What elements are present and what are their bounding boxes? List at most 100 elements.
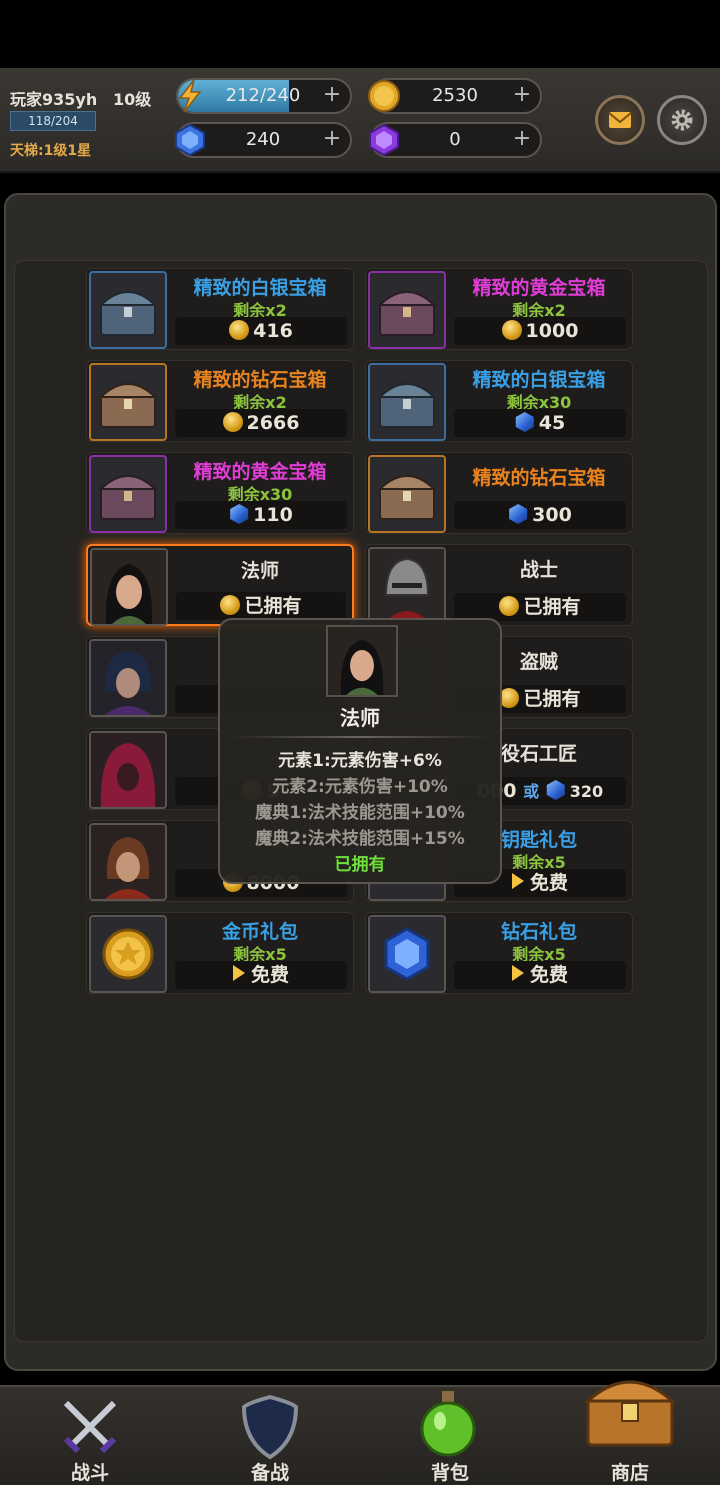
gold-coin-icon <box>368 80 400 112</box>
shop-item-mage[interactable]: 法师 已拥有 <box>86 544 354 626</box>
settings-button[interactable] <box>657 95 707 145</box>
item-title: 精致的白银宝箱 <box>193 277 327 299</box>
warrior-portrait-icon <box>370 549 444 623</box>
hero-portrait <box>89 639 167 717</box>
free-button[interactable]: 免费 <box>175 961 347 989</box>
free-label: 免费 <box>529 872 568 894</box>
silver-chest-icon <box>98 291 158 336</box>
blue-gem-icon <box>175 123 205 157</box>
item-title: 钻石礼包 <box>500 921 577 943</box>
nav-shop-label: 商店 <box>610 1462 649 1484</box>
gold-value: 2530 <box>432 85 478 106</box>
envelope-icon <box>608 112 632 128</box>
free-label: 免费 <box>529 964 568 986</box>
nav-bag[interactable]: 背包 <box>360 1387 540 1485</box>
shop-item-diamond-chest-gem[interactable]: 精致的钻石宝箱 300 <box>365 452 633 534</box>
gear-icon <box>671 109 693 131</box>
status-bar <box>0 0 720 68</box>
crystal-add-button[interactable]: + <box>508 126 536 154</box>
nav-battle[interactable]: 战斗 <box>0 1387 180 1485</box>
chest-image <box>368 271 446 349</box>
shop-item-gem-pack[interactable]: 钻石礼包 剩余x5 免费 <box>365 912 633 994</box>
treasure-chest-icon <box>584 1380 676 1447</box>
mail-button[interactable] <box>595 95 645 145</box>
item-title: 精致的白银宝箱 <box>472 369 606 391</box>
price-value: 110 <box>253 504 293 526</box>
item-title: 金币礼包 <box>221 921 298 943</box>
gold-chest-icon <box>98 475 158 520</box>
hooded-hero-portrait-icon <box>91 733 165 807</box>
play-ad-icon <box>511 873 524 889</box>
price-button[interactable]: 1000 <box>454 317 626 345</box>
hero-portrait-icon <box>91 825 165 899</box>
owned-status: 已拥有 <box>454 593 626 621</box>
tooltip-line: 魔典1:法术技能范围+10% <box>255 803 465 823</box>
gem-add-button[interactable]: + <box>318 126 346 154</box>
nav-bag-label: 背包 <box>430 1462 469 1484</box>
potion-icon <box>420 1391 476 1457</box>
gem-icon <box>546 780 565 800</box>
chest-image <box>89 363 167 441</box>
item-title: 精致的钻石宝箱 <box>472 467 606 489</box>
crystal-value: 0 <box>449 129 461 150</box>
energy-value: 212/240 <box>225 85 301 106</box>
item-title: 精致的黄金宝箱 <box>193 461 327 483</box>
player-name: 玩家935yh <box>10 90 98 109</box>
nav-shop[interactable]: 商店 <box>540 1380 720 1485</box>
mage-portrait-icon <box>328 627 396 695</box>
shop-item-gold-chest-gem[interactable]: 精致的黄金宝箱 剩余x30 110 <box>86 452 354 534</box>
chest-image <box>89 455 167 533</box>
item-title: 战士 <box>519 559 558 581</box>
price-value: 300 <box>532 504 572 526</box>
chest-image <box>89 271 167 349</box>
gold-coin-icon <box>102 928 154 980</box>
energy-resource: 212/240 + <box>176 78 352 114</box>
owned-label: 已拥有 <box>244 595 302 617</box>
tooltip-line: 元素2:元素伤害+10% <box>272 777 448 797</box>
nav-prepare[interactable]: 备战 <box>180 1387 360 1485</box>
owned-status: 已拥有 <box>176 592 346 620</box>
tooltip-hero-name: 法师 <box>340 706 380 730</box>
hero-portrait <box>368 547 446 625</box>
price-button[interactable]: 300 <box>454 501 626 529</box>
free-label: 免费 <box>250 964 289 986</box>
gem-icon <box>230 504 249 524</box>
free-button[interactable]: 免费 <box>454 961 626 989</box>
owned-label: 已拥有 <box>523 596 581 618</box>
pack-image <box>368 915 446 993</box>
bottom-nav: 战斗 备战 背包 商店 <box>0 1380 720 1485</box>
price-button[interactable]: 416 <box>175 317 347 345</box>
crossed-swords-icon <box>63 1400 117 1454</box>
price-button[interactable]: 45 <box>454 409 626 437</box>
coin-icon <box>499 688 520 708</box>
shop-item-warrior[interactable]: 战士 已拥有 <box>365 544 633 626</box>
player-level: 10级 <box>113 90 152 109</box>
coin-icon <box>229 320 250 340</box>
crystal-resource: 0 + <box>369 122 542 158</box>
ladder-rank[interactable]: 天梯:1级1星 <box>10 140 91 160</box>
hero-portrait-icon <box>91 641 165 715</box>
shop-item-coin-pack[interactable]: 金币礼包 剩余x5 免费 <box>86 912 354 994</box>
top-bar: 玩家935yh 10级 118/204 天梯:1级1星 212/240 + 25… <box>0 68 720 173</box>
mage-portrait-icon <box>92 550 166 624</box>
gold-resource: 2530 + <box>368 78 542 114</box>
chest-image <box>368 363 446 441</box>
price-value: 2666 <box>246 412 300 434</box>
energy-add-button[interactable]: + <box>318 82 346 110</box>
item-title: 精致的钻石宝箱 <box>193 369 327 391</box>
hero-portrait <box>89 823 167 901</box>
gem-value: 240 <box>245 129 281 150</box>
shop-item-silver-chest-gold[interactable]: 精致的白银宝箱 剩余x2 416 <box>86 268 354 350</box>
gold-chest-icon <box>377 291 437 336</box>
shop-item-diamond-chest-gold[interactable]: 精致的钻石宝箱 剩余x2 2666 <box>86 360 354 442</box>
price-button[interactable]: 2666 <box>175 409 347 437</box>
price-button[interactable]: 110 <box>175 501 347 529</box>
price-value: 1000 <box>525 320 579 342</box>
item-title: 法师 <box>240 560 279 582</box>
diamond-chest-icon <box>98 383 158 428</box>
nav-prepare-label: 备战 <box>250 1462 289 1484</box>
pack-image <box>89 915 167 993</box>
shop-item-gold-chest-gold[interactable]: 精致的黄金宝箱 剩余x2 1000 <box>365 268 633 350</box>
gold-add-button[interactable]: + <box>508 82 536 110</box>
shop-item-silver-chest-gem[interactable]: 精致的白银宝箱 剩余x30 45 <box>365 360 633 442</box>
